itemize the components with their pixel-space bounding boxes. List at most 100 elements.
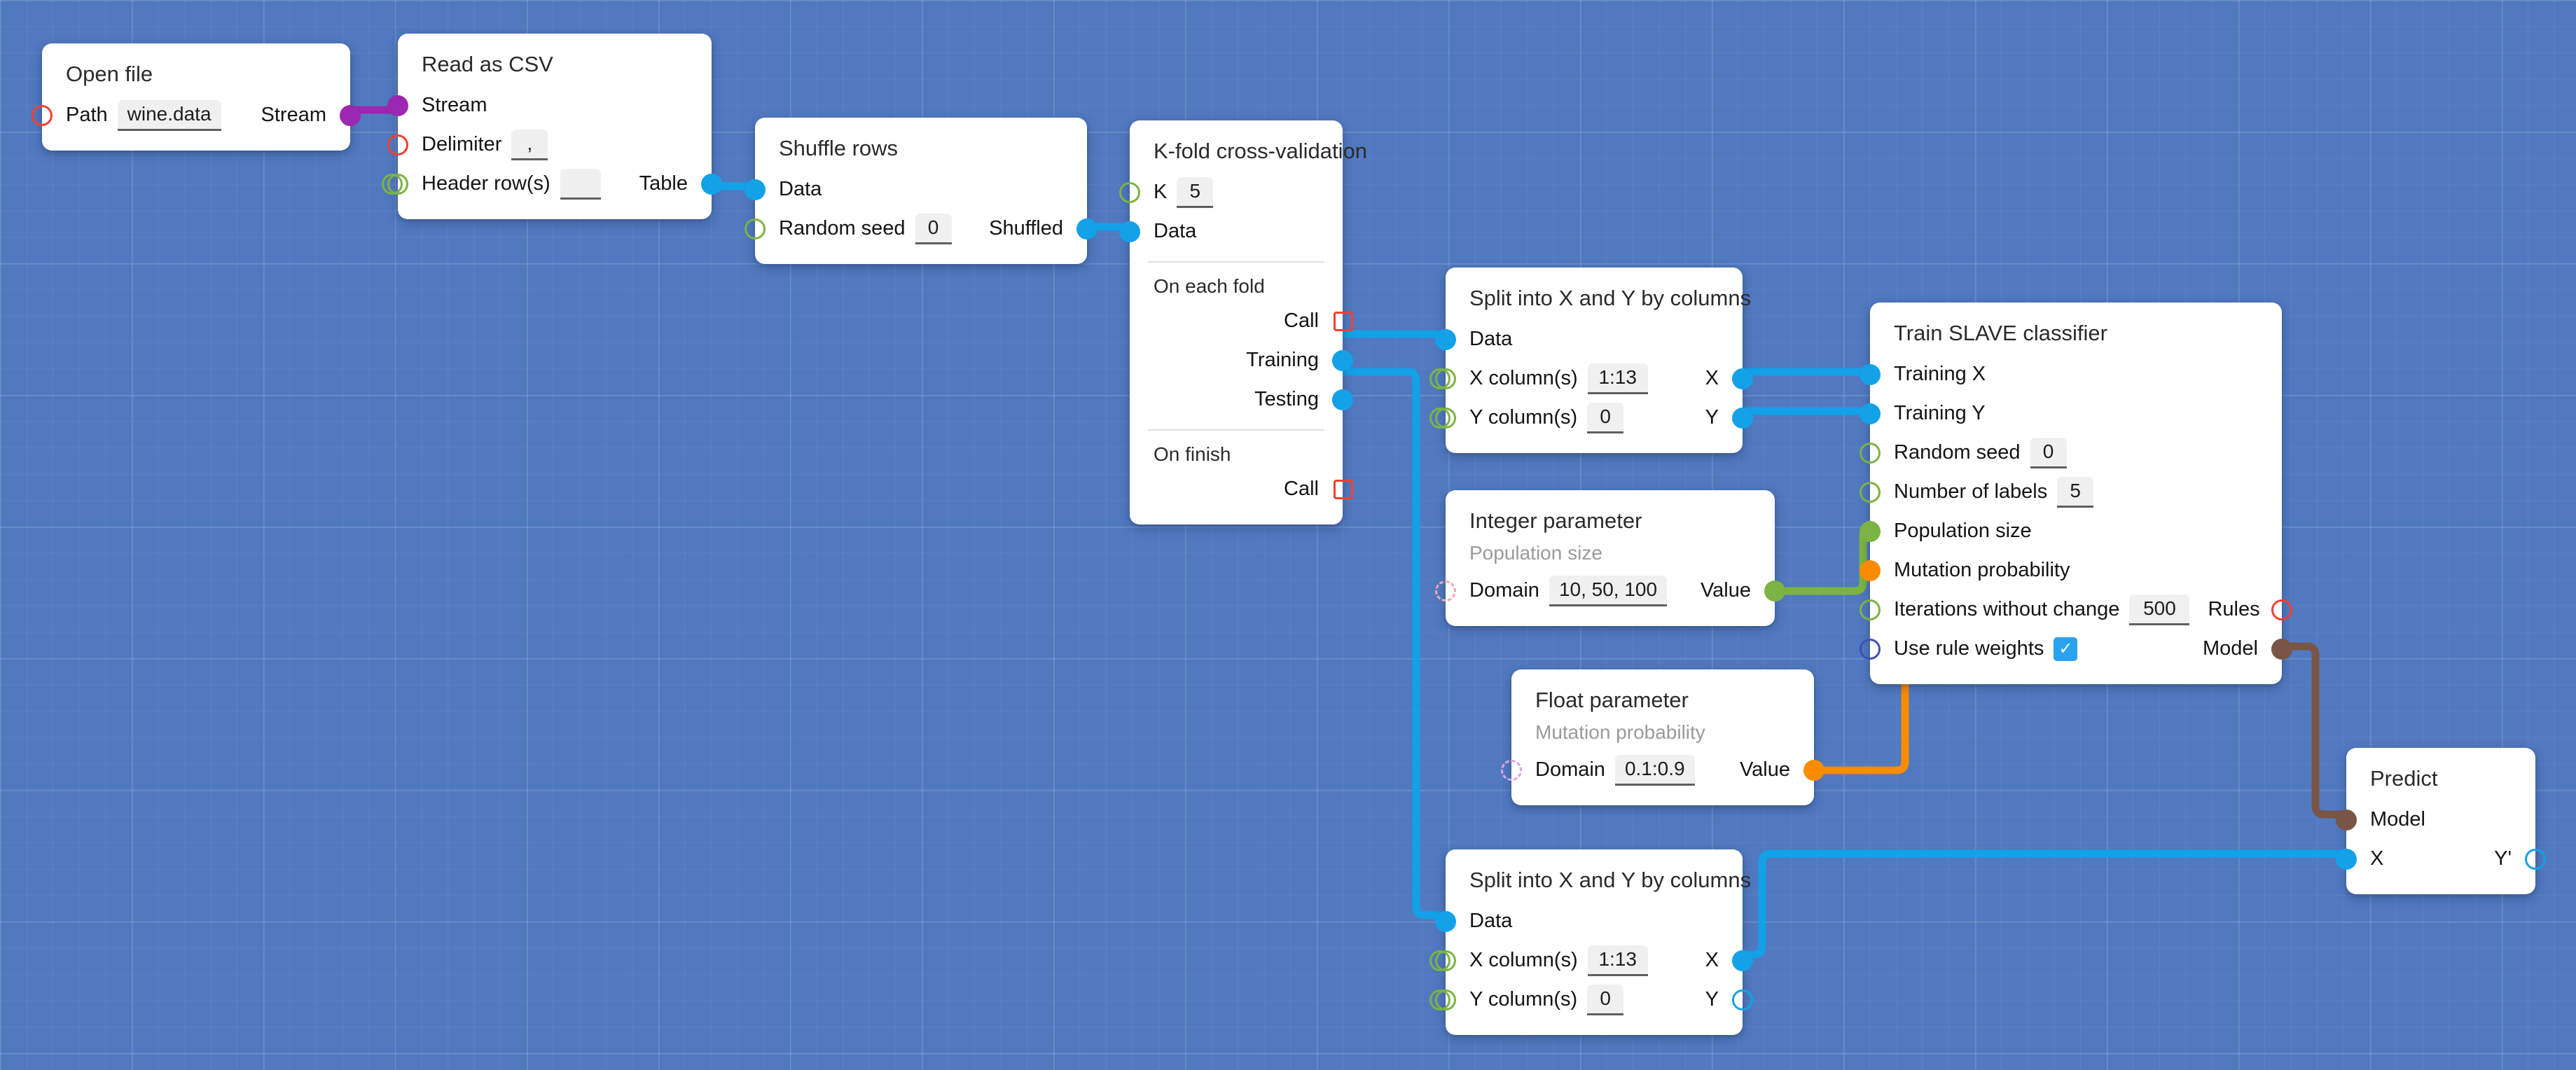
node-open-file[interactable]: Open file Path wine.data Stream — [32, 43, 361, 151]
port-row: Mutation probability — [1860, 551, 2282, 590]
use-rule-weights-checkbox[interactable]: ✓ — [2054, 637, 2078, 661]
port-row: Stream — [387, 86, 712, 125]
port-table-output[interactable] — [701, 173, 722, 195]
port-label-y-columns: Y column(s) — [1469, 988, 1578, 1011]
port-domain-input[interactable] — [1435, 580, 1456, 602]
node-title: Read as CSV — [422, 52, 553, 76]
port-label-x-columns: X column(s) — [1469, 949, 1578, 972]
port-label-x: X — [1705, 367, 1719, 390]
domain-field[interactable]: 0.1:0.9 — [1614, 754, 1695, 786]
number-of-labels-field[interactable]: 5 — [2057, 476, 2094, 508]
port-iterations-without-change-input[interactable] — [1860, 599, 1881, 620]
port-label-training-x: Training X — [1894, 363, 1986, 386]
port-call-on-finish-output[interactable] — [1334, 479, 1353, 499]
port-data-input[interactable] — [1435, 910, 1456, 932]
port-row: Call — [1130, 470, 1353, 509]
port-stream-output[interactable] — [340, 104, 361, 126]
port-data-input[interactable] — [1435, 328, 1456, 350]
node-train-slave-classifier[interactable]: Train SLAVE classifier Training X Traini… — [1860, 303, 2292, 684]
port-label-model: Model — [2370, 808, 2425, 831]
node-read-as-csv[interactable]: Read as CSV Stream Delimiter , Header ro… — [382, 34, 722, 219]
node-title: Split into X and Y by columns — [1469, 868, 1752, 892]
port-training-output[interactable] — [1332, 349, 1353, 371]
port-testing-output[interactable] — [1332, 389, 1353, 410]
domain-field[interactable]: 10, 50, 100 — [1549, 575, 1668, 606]
port-row: Path wine.data Stream — [32, 96, 361, 135]
port-k-input[interactable] — [1119, 181, 1140, 203]
port-y-output[interactable] — [1732, 989, 1753, 1010]
port-row: Training — [1130, 341, 1353, 380]
port-data-input[interactable] — [1119, 221, 1140, 242]
x-columns-field[interactable]: 1:13 — [1587, 363, 1648, 394]
port-y-prime-output[interactable] — [2525, 848, 2546, 870]
port-x-output[interactable] — [1732, 368, 1753, 389]
delimiter-field[interactable]: , — [511, 129, 548, 160]
port-path-input[interactable] — [32, 104, 53, 126]
port-row: Delimiter , — [387, 125, 712, 165]
port-data-input[interactable] — [745, 179, 766, 200]
port-y-columns-input[interactable] — [1429, 989, 1456, 1010]
port-label-mutation-probability: Mutation probability — [1894, 559, 2070, 582]
port-random-seed-input[interactable] — [745, 218, 766, 239]
port-training-y-input[interactable] — [1860, 403, 1881, 424]
port-label-value: Value — [1739, 758, 1790, 781]
port-label-table: Table — [639, 172, 688, 195]
port-x-output[interactable] — [1732, 950, 1753, 971]
y-columns-field[interactable]: 0 — [1587, 984, 1624, 1015]
port-use-rule-weights-input[interactable] — [1860, 638, 1881, 660]
node-shuffle-rows[interactable]: Shuffle rows Data Random seed 0 Shuffled — [745, 118, 1097, 264]
port-label-domain: Domain — [1469, 579, 1539, 602]
port-random-seed-input[interactable] — [1860, 442, 1881, 464]
node-split-xy-top[interactable]: Split into X and Y by columns Data X col… — [1429, 268, 1753, 453]
port-mutation-probability-input[interactable] — [1860, 560, 1881, 581]
random-seed-field[interactable]: 0 — [915, 213, 952, 244]
port-number-of-labels-input[interactable] — [1860, 481, 1881, 503]
random-seed-field[interactable]: 0 — [2030, 437, 2067, 468]
port-call-each-fold-output[interactable] — [1334, 311, 1353, 331]
port-row: Use rule weights ✓ Model — [1860, 630, 2292, 669]
header-rows-field[interactable] — [560, 168, 601, 200]
port-row: Data — [1435, 902, 1743, 941]
port-model-input[interactable] — [2336, 809, 2357, 831]
k-field[interactable]: 5 — [1177, 176, 1214, 208]
node-integer-parameter[interactable]: Integer parameter Population size Domain… — [1435, 490, 1785, 626]
node-title: Integer parameter — [1469, 508, 1642, 533]
port-training-x-input[interactable] — [1860, 363, 1881, 385]
port-value-output[interactable] — [1764, 580, 1785, 602]
node-float-parameter[interactable]: Float parameter Mutation probability Dom… — [1501, 669, 1824, 805]
node-predict[interactable]: Predict Model X Y' — [2336, 748, 2546, 894]
port-row: X column(s) 1:13 X — [1429, 359, 1753, 398]
port-row: Training X — [1860, 355, 2282, 394]
node-split-xy-bottom[interactable]: Split into X and Y by columns Data X col… — [1429, 849, 1753, 1035]
port-x-columns-input[interactable] — [1429, 368, 1456, 389]
port-domain-input[interactable] — [1501, 759, 1522, 781]
port-model-output[interactable] — [2271, 638, 2292, 660]
port-delimiter-input[interactable] — [387, 134, 408, 155]
port-x-columns-input[interactable] — [1429, 950, 1456, 971]
port-row: X Y' — [2336, 840, 2546, 879]
section-divider — [1148, 260, 1324, 263]
port-x-input[interactable] — [2336, 848, 2357, 870]
iterations-without-change-field[interactable]: 500 — [2129, 594, 2190, 625]
port-label-shuffled: Shuffled — [989, 217, 1063, 240]
port-label-stream: Stream — [261, 104, 326, 127]
port-y-columns-input[interactable] — [1429, 407, 1456, 429]
port-shuffled-output[interactable] — [1076, 218, 1097, 239]
port-row: Population size — [1860, 512, 2282, 551]
path-field[interactable]: wine.data — [117, 99, 221, 131]
port-header-rows-input[interactable] — [382, 173, 408, 195]
port-label-header-rows: Header row(s) — [422, 172, 550, 195]
node-title: Split into X and Y by columns — [1469, 286, 1752, 310]
port-rules-output[interactable] — [2271, 599, 2292, 620]
port-label-data: Data — [779, 178, 822, 201]
node-k-fold-cross-validation[interactable]: K-fold cross-validation K 5 Data On each… — [1119, 120, 1367, 524]
port-stream-input[interactable] — [387, 95, 408, 116]
port-value-output[interactable] — [1803, 759, 1824, 781]
workflow-canvas[interactable]: Open file Path wine.data Stream Read as … — [0, 0, 2576, 1070]
x-columns-field[interactable]: 1:13 — [1587, 945, 1648, 976]
port-population-size-input[interactable] — [1860, 520, 1881, 542]
port-label-number-of-labels: Number of labels — [1894, 480, 2048, 503]
port-label-model: Model — [2203, 637, 2258, 660]
port-y-output[interactable] — [1732, 407, 1753, 429]
y-columns-field[interactable]: 0 — [1587, 402, 1624, 433]
